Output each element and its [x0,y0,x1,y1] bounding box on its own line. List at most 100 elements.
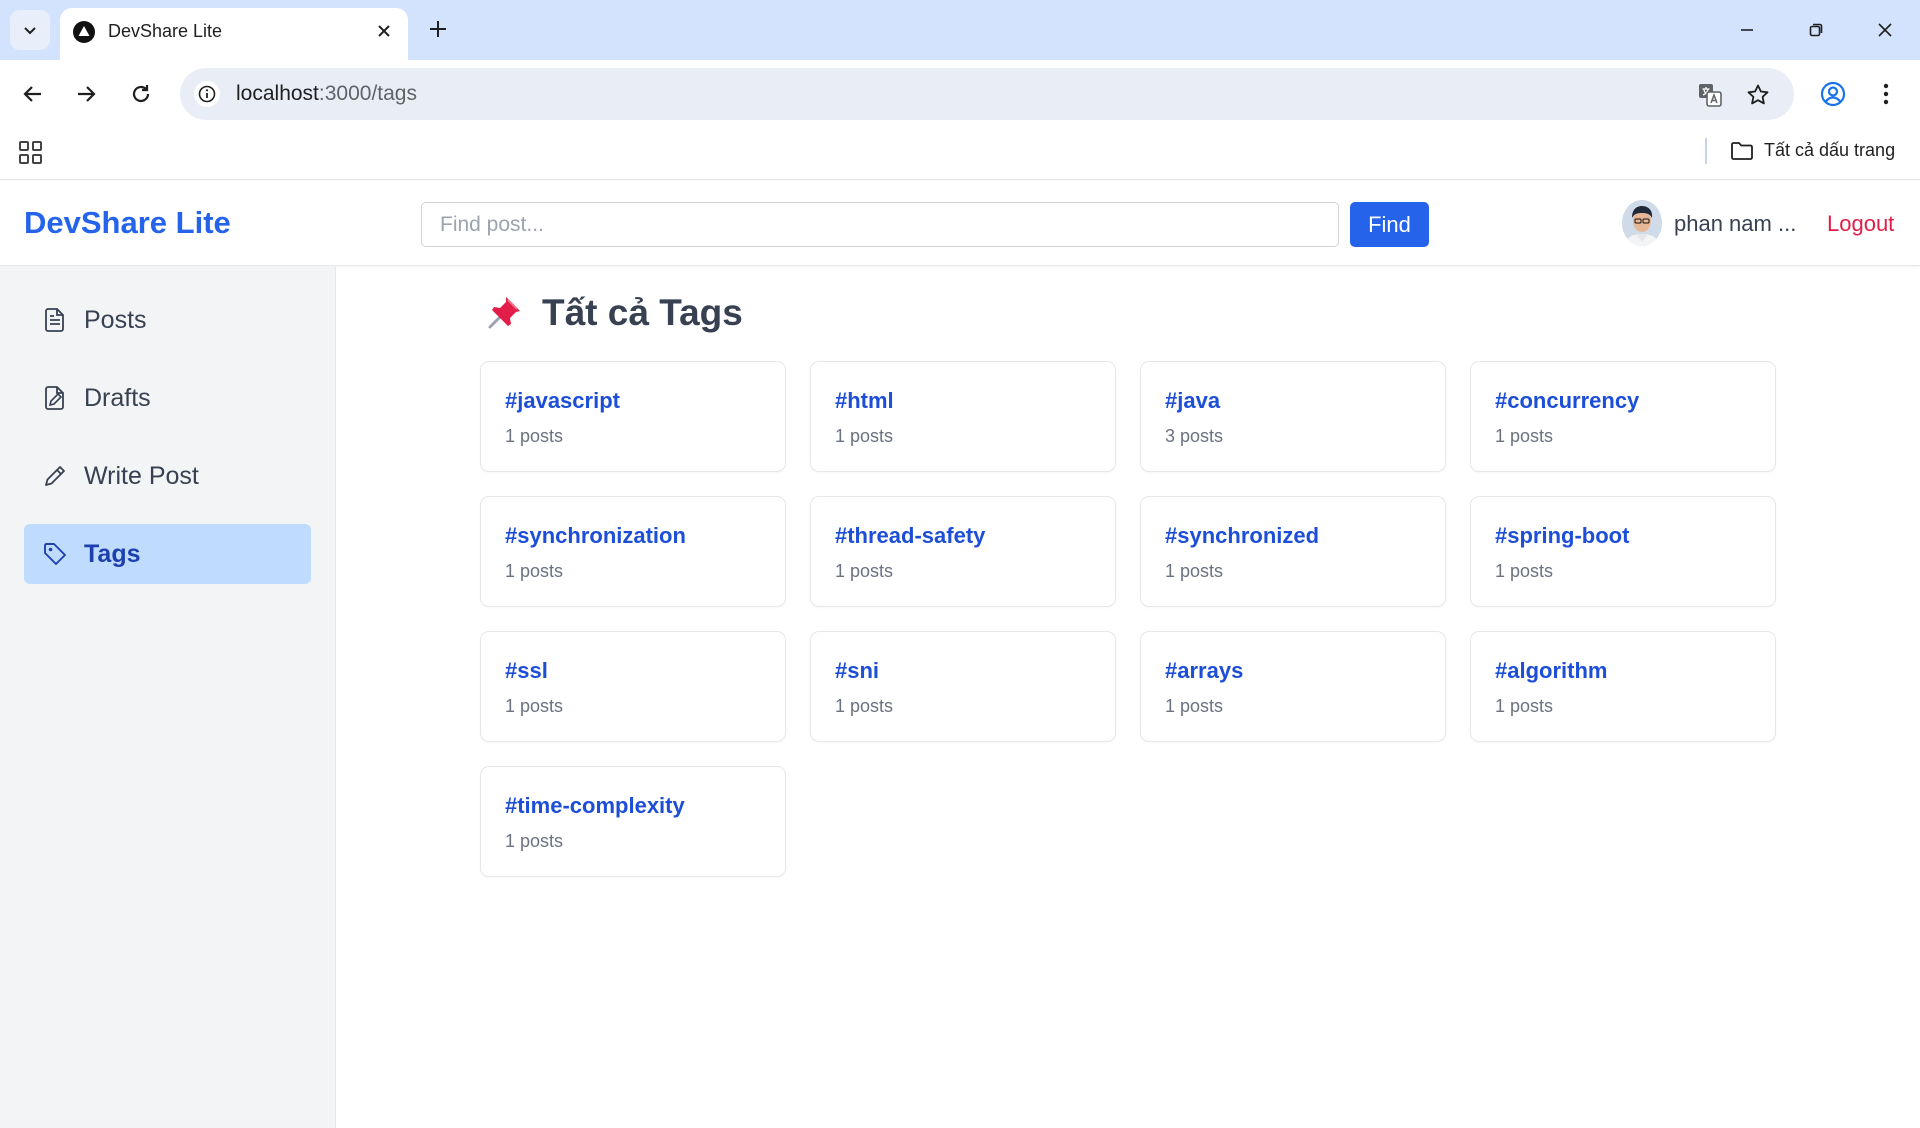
reload-button[interactable] [121,74,161,114]
tag-card[interactable]: #arrays 1 posts [1140,631,1446,742]
tag-link[interactable]: #thread-safety [835,523,1115,549]
forward-button[interactable] [66,74,106,114]
avatar[interactable] [1622,200,1662,246]
pushpin-icon [488,297,520,329]
tag-post-count: 1 posts [505,561,564,581]
tag-link[interactable]: #spring-boot [1495,523,1775,549]
account-circle-icon [1820,81,1846,107]
tag-card[interactable]: #algorithm 1 posts [1470,631,1776,742]
tag-post-count: 1 posts [1495,561,1554,581]
tag-link[interactable]: #sni [835,658,1115,684]
url-path: :3000/tags [318,82,417,105]
bookmarks-separator [1705,138,1707,164]
sidebar-item-posts[interactable]: Posts [24,290,311,350]
logout-link[interactable]: Logout [1827,211,1894,237]
browser-tab[interactable]: DevShare Lite [60,8,408,60]
draft-icon [42,385,68,411]
sidebar-item-label: Posts [84,305,147,334]
tag-link[interactable]: #synchronization [505,523,785,549]
brand-logo[interactable]: DevShare Lite [24,205,231,241]
tag-post-count: 3 posts [1165,426,1224,446]
tag-link[interactable]: #concurrency [1495,388,1775,414]
tag-post-count: 1 posts [505,696,564,716]
search-input[interactable] [421,202,1339,247]
app-header: DevShare Lite Find phan nam ... Logout [0,181,1920,266]
tag-post-count: 1 posts [835,426,894,446]
tab-close-button[interactable] [372,19,396,43]
new-tab-button[interactable] [424,15,452,43]
tag-post-count: 1 posts [835,696,894,716]
url-text: localhost:3000/tags [236,82,417,106]
user-name[interactable]: phan nam ... [1674,211,1796,237]
browser-menu-button[interactable] [1866,74,1906,114]
plus-icon [430,21,446,37]
tag-post-count: 1 posts [835,561,894,581]
tag-card[interactable]: #javascript 1 posts [480,361,786,472]
chevron-down-icon [24,27,36,35]
minimize-button[interactable] [1724,12,1770,48]
minimize-icon [1741,29,1753,31]
site-info-button[interactable] [194,81,220,107]
reload-icon [132,85,150,103]
tag-grid: #javascript 1 posts #html 1 posts #java 3 p… [480,361,1777,877]
tag-link[interactable]: #synchronized [1165,523,1445,549]
sidebar: Posts Drafts Write Post Tags [0,266,336,1128]
close-icon [378,25,390,37]
sidebar-item-drafts[interactable]: Drafts [24,368,311,428]
tag-link[interactable]: #arrays [1165,658,1445,684]
tag-card[interactable]: #synchronization 1 posts [480,496,786,607]
restore-button[interactable] [1793,12,1839,48]
restore-icon [1809,23,1823,37]
tag-post-count: 1 posts [1495,426,1554,446]
tag-post-count: 1 posts [1165,696,1224,716]
arrow-right-icon [78,86,96,102]
tag-card[interactable]: #thread-safety 1 posts [810,496,1116,607]
tag-link[interactable]: #time-complexity [505,793,785,819]
browser-toolbar: localhost:3000/tags [0,60,1920,128]
tag-card[interactable]: #java 3 posts [1140,361,1446,472]
all-bookmarks-folder[interactable]: Tất cả dấu trang [1730,140,1895,161]
tag-card[interactable]: #html 1 posts [810,361,1116,472]
page-title: Tất cả Tags [484,292,743,334]
sidebar-item-tags[interactable]: Tags [24,524,311,584]
sidebar-item-label: Write Post [84,461,199,490]
apps-grid-icon[interactable] [18,140,44,166]
tag-link[interactable]: #javascript [505,388,785,414]
tag-card[interactable]: #sni 1 posts [810,631,1116,742]
tag-post-count: 1 posts [505,831,564,851]
page-title-text: Tất cả Tags [542,292,743,333]
translate-icon [1699,84,1722,107]
bookmarks-bar: Tất cả dấu trang [0,128,1920,180]
address-bar[interactable]: localhost:3000/tags [180,68,1794,120]
sidebar-item-label: Tags [84,539,141,568]
tag-post-count: 1 posts [1165,561,1224,581]
tag-link[interactable]: #html [835,388,1115,414]
info-icon [198,85,216,103]
sidebar-item-write-post[interactable]: Write Post [24,446,311,506]
tag-post-count: 1 posts [1495,696,1554,716]
tag-card[interactable]: #synchronized 1 posts [1140,496,1446,607]
profile-button[interactable] [1813,74,1853,114]
tab-search-button[interactable] [10,10,50,50]
tag-post-count: 1 posts [505,426,564,446]
document-icon [42,307,68,333]
bookmark-star-button[interactable] [1744,81,1772,109]
all-bookmarks-label: Tất cả dấu trang [1764,140,1896,160]
tag-link[interactable]: #java [1165,388,1445,414]
back-button[interactable] [13,74,53,114]
browser-tab-bar: DevShare Lite [0,0,1920,60]
tag-link[interactable]: #algorithm [1495,658,1775,684]
folder-icon [1731,141,1753,160]
translate-button[interactable] [1696,81,1724,109]
tag-link[interactable]: #ssl [505,658,785,684]
close-icon [1878,23,1892,37]
sidebar-item-label: Drafts [84,383,151,412]
tab-title: DevShare Lite [108,21,223,41]
find-button[interactable]: Find [1350,202,1429,247]
close-window-button[interactable] [1862,12,1908,48]
star-icon [1747,84,1769,105]
tag-card[interactable]: #time-complexity 1 posts [480,766,786,877]
tag-card[interactable]: #ssl 1 posts [480,631,786,742]
tag-card[interactable]: #concurrency 1 posts [1470,361,1776,472]
tag-card[interactable]: #spring-boot 1 posts [1470,496,1776,607]
